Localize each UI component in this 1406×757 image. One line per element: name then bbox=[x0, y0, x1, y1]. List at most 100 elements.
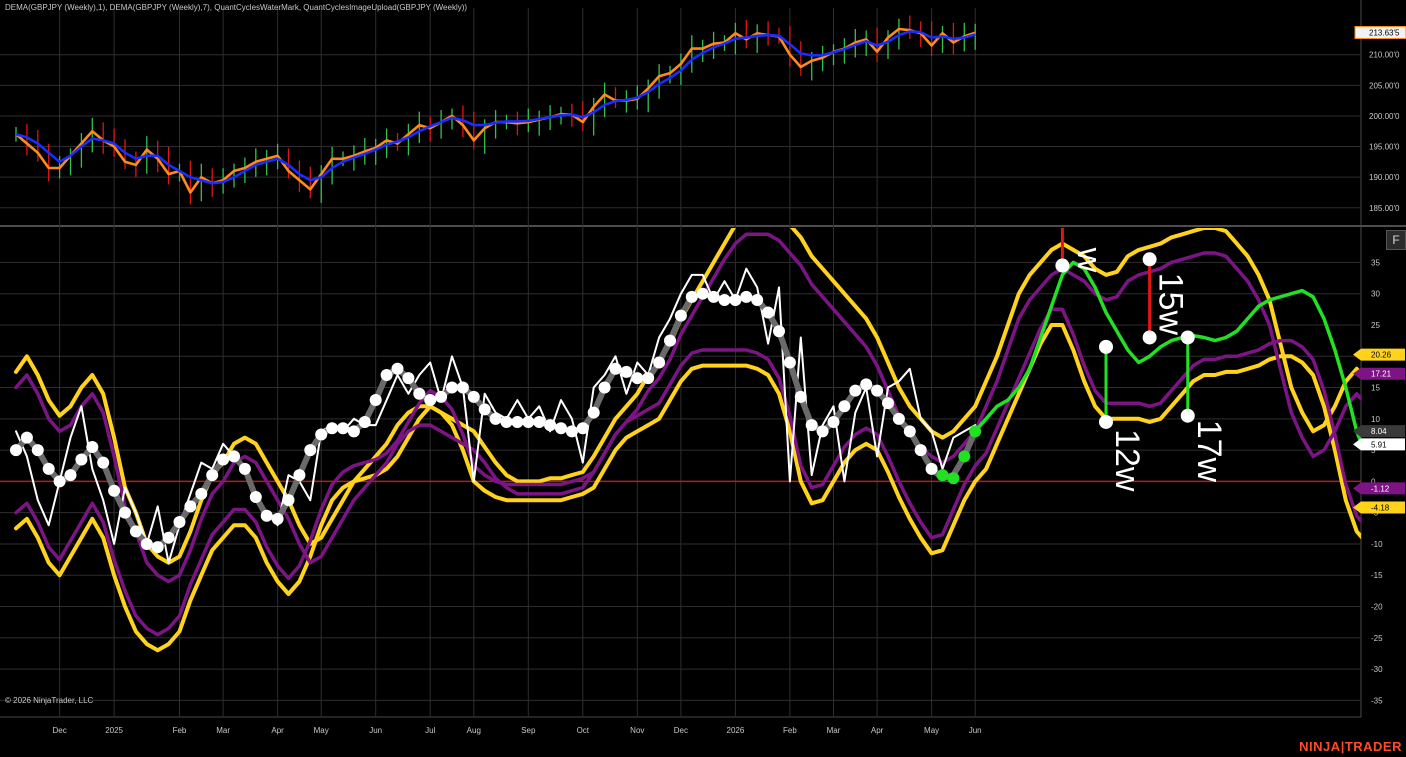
cycle-point bbox=[631, 372, 644, 385]
value-tag: 8.04 bbox=[1353, 425, 1405, 438]
price-tick-label: 205.00'0 bbox=[1369, 81, 1400, 90]
x-tick-label: Dec bbox=[52, 726, 66, 735]
cycle-point bbox=[97, 456, 110, 469]
cycle-point bbox=[326, 422, 339, 435]
cycle-point bbox=[282, 494, 295, 507]
projection-point bbox=[969, 425, 982, 438]
cycle-point bbox=[315, 428, 328, 441]
oscillator-tick-label: 10 bbox=[1371, 415, 1380, 424]
grid-lines bbox=[0, 0, 1406, 718]
value-tag-label: -4.18 bbox=[1371, 504, 1390, 513]
cycle-point bbox=[467, 390, 480, 403]
value-tag: -4.18 bbox=[1353, 501, 1405, 514]
cycle-point bbox=[184, 500, 197, 513]
oscillator-tick-label: -20 bbox=[1371, 603, 1383, 612]
cycle-point bbox=[478, 403, 491, 416]
cycle-point bbox=[685, 290, 698, 303]
cycle-point bbox=[522, 415, 535, 428]
cycle-point bbox=[642, 372, 655, 385]
cycle-point bbox=[860, 378, 873, 391]
cycle-point bbox=[31, 444, 44, 457]
cycle-point bbox=[871, 384, 884, 397]
cycle-point bbox=[347, 425, 360, 438]
value-tag-label: 20.26 bbox=[1371, 351, 1392, 360]
cycle-point bbox=[925, 462, 938, 475]
x-tick-label: Aug bbox=[467, 726, 481, 735]
cycle-length-label: 12w bbox=[1108, 429, 1146, 492]
cycle-point bbox=[718, 293, 731, 306]
cycle-point bbox=[489, 412, 502, 425]
oscillator-panel: 12w 15w 17w w bbox=[10, 228, 1361, 653]
last-price-label: 213.63'5 bbox=[1369, 28, 1400, 37]
value-tag-label: 8.04 bbox=[1371, 427, 1387, 436]
cycle-point bbox=[707, 290, 720, 303]
cycle-point bbox=[129, 525, 142, 538]
cycle-point bbox=[914, 444, 927, 457]
cycle-point bbox=[195, 487, 208, 500]
cycle-point bbox=[238, 462, 251, 475]
cycle-point bbox=[882, 397, 894, 410]
cycle-point bbox=[653, 356, 666, 369]
oscillator-tick-label: 25 bbox=[1371, 321, 1380, 330]
band_inner-line bbox=[14, 232, 1361, 584]
cycle-point bbox=[598, 381, 611, 394]
oscillator-tick-label: 30 bbox=[1371, 290, 1380, 299]
brand-part-1: NINJA bbox=[1299, 739, 1341, 754]
cycle-point bbox=[206, 469, 219, 482]
chart-canvas: 12w 15w 17w w Dec 2025 Feb Mar Apr May Jun Jul Aug S… bbox=[0, 0, 1406, 735]
cycle-point bbox=[53, 475, 66, 488]
cycle-point bbox=[217, 453, 230, 466]
price-tick-label: 190.00'0 bbox=[1369, 173, 1400, 182]
cycle-point bbox=[271, 512, 284, 525]
cycle-length-label: 15w bbox=[1152, 273, 1190, 336]
cycle-point bbox=[751, 293, 764, 306]
cycle-point bbox=[892, 412, 905, 425]
cycle-point bbox=[849, 384, 862, 397]
cycle-point bbox=[674, 309, 687, 322]
cycle-point bbox=[565, 425, 578, 438]
cycle-point bbox=[42, 462, 55, 475]
x-tick-label: Jun bbox=[369, 726, 382, 735]
price-tick-label: 210.00'0 bbox=[1369, 51, 1400, 60]
x-tick-label: 2026 bbox=[727, 726, 745, 735]
x-tick-label: May bbox=[314, 726, 329, 735]
cycle-length-label: w bbox=[1070, 247, 1108, 273]
x-tick-label: Feb bbox=[173, 726, 187, 735]
price-tick-label: 185.00'0 bbox=[1369, 204, 1400, 213]
x-tick-label: Mar bbox=[827, 726, 841, 735]
x-tick-label: Jul bbox=[425, 726, 435, 735]
cycle-point bbox=[162, 531, 175, 544]
projection-marker bbox=[1142, 252, 1157, 267]
cycle-point bbox=[380, 369, 393, 382]
oscillator-tick-label: -10 bbox=[1371, 540, 1383, 549]
band_outer-line bbox=[14, 228, 1361, 565]
ninjatrader-logo: NINJA|TRADER bbox=[1299, 739, 1402, 754]
panel-button-f[interactable]: F bbox=[1386, 230, 1406, 250]
oscillator-tick-label: -30 bbox=[1371, 665, 1383, 674]
cycle-point bbox=[533, 415, 546, 428]
cycle-point bbox=[696, 287, 709, 300]
cycle-point bbox=[903, 425, 916, 438]
cycle-point bbox=[816, 425, 829, 438]
price-tick-label: 195.00'0 bbox=[1369, 143, 1400, 152]
cycle-point bbox=[304, 444, 317, 457]
projection-point bbox=[958, 450, 971, 463]
x-tick-label: Dec bbox=[674, 726, 688, 735]
cycle-point bbox=[773, 325, 785, 338]
x-tick-label: Apr bbox=[871, 726, 884, 735]
cycle-point bbox=[173, 516, 186, 529]
oscillator-tick-label: 35 bbox=[1371, 258, 1380, 267]
cycle-point bbox=[402, 372, 415, 385]
value-tag-label: -1.12 bbox=[1371, 484, 1390, 493]
cycle-point bbox=[151, 541, 164, 554]
x-tick-label: Jun bbox=[969, 726, 982, 735]
cycle-point bbox=[228, 450, 240, 463]
cycle-point bbox=[75, 453, 88, 466]
cycle-point bbox=[20, 431, 33, 444]
cycle-point bbox=[86, 440, 99, 453]
x-tick-label: Apr bbox=[271, 726, 284, 735]
cycle-point bbox=[413, 387, 426, 400]
cycle-point bbox=[337, 422, 349, 435]
projection-marker bbox=[1099, 339, 1113, 354]
value-tag: -1.12 bbox=[1353, 482, 1405, 495]
